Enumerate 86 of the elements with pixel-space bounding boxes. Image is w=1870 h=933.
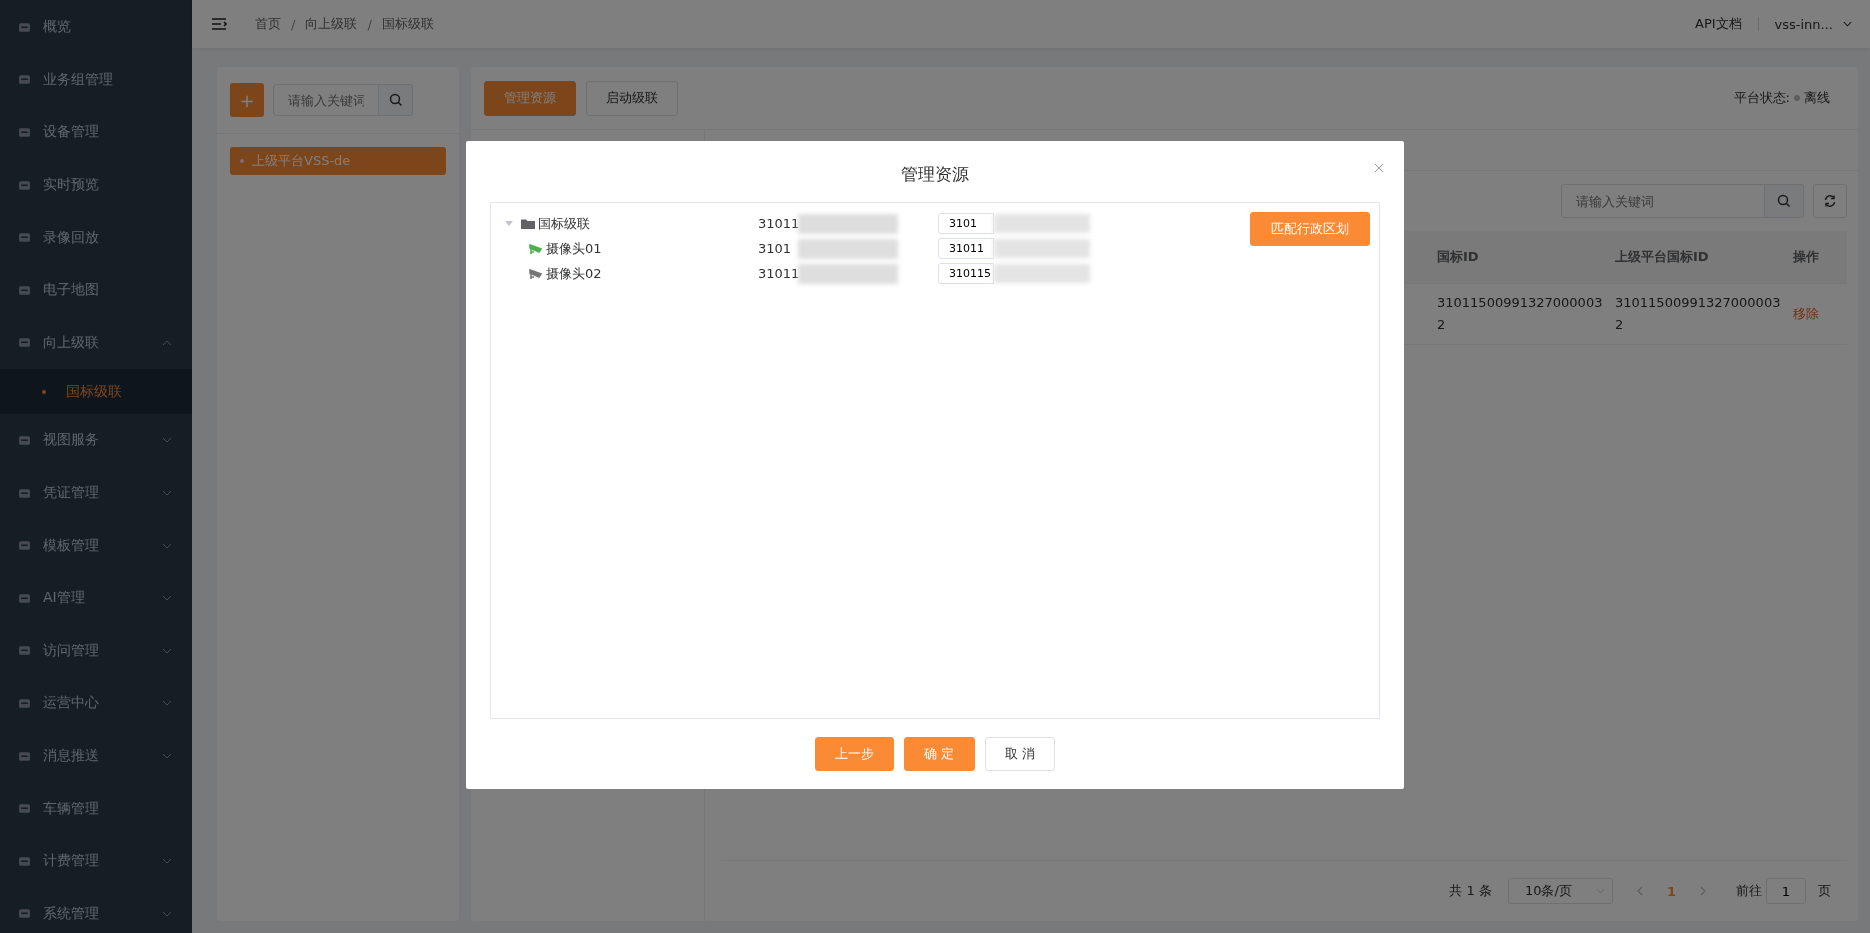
tile-icon	[18, 73, 31, 87]
tile-icon	[18, 336, 31, 350]
search-field[interactable]: 请输入关键词	[273, 84, 379, 116]
search-button[interactable]	[1765, 184, 1804, 218]
menu-item[interactable]: 实时预览	[0, 158, 192, 212]
tile-icon	[18, 696, 31, 710]
tile-icon	[18, 644, 31, 658]
user-menu[interactable]: vss-inn...	[1774, 16, 1833, 32]
dialog-button[interactable]: 上一步	[815, 737, 895, 771]
dialog-button[interactable]: 取 消	[984, 737, 1055, 771]
add-button[interactable]: +	[230, 83, 264, 117]
status-label: 平台状态:	[1733, 89, 1790, 107]
menu-item[interactable]: 概览	[0, 1, 192, 54]
tree-node-label[interactable]: 国标级联	[538, 214, 590, 233]
tile-icon	[18, 854, 31, 868]
tree-node-label[interactable]: 摄像头02	[546, 264, 602, 283]
refresh-icon	[1823, 194, 1837, 208]
bullet-icon	[42, 389, 46, 394]
tile-icon	[18, 178, 31, 192]
tile-icon	[18, 20, 31, 34]
tree-node-label[interactable]: 摄像头01	[546, 239, 602, 258]
search-icon	[388, 93, 403, 107]
total-count: 共 1 条	[1449, 882, 1492, 900]
chevron-icon	[1843, 21, 1852, 27]
menu-item[interactable]: 车辆管理	[0, 782, 192, 835]
menu-item[interactable]: 凭证管理	[0, 466, 192, 520]
menu-item[interactable]: 模板管理	[0, 519, 192, 572]
id-field[interactable]: 31011	[938, 238, 994, 259]
menu-item[interactable]: 视图服务	[0, 414, 192, 467]
refresh-button[interactable]	[1813, 184, 1847, 218]
page-input[interactable]: 1	[1766, 878, 1806, 904]
match-region-button[interactable]: 匹配行政区划	[1250, 212, 1370, 246]
menu-item[interactable]: 运营中心	[0, 677, 192, 730]
breadcrumb-link[interactable]: 首页	[255, 15, 281, 33]
id-text: 31011	[758, 216, 798, 231]
breadcrumb-separator: /	[367, 16, 372, 32]
search-icon	[1777, 194, 1791, 208]
tile-icon	[18, 907, 31, 921]
action-button[interactable]: 启动级联	[586, 80, 678, 116]
remove-link[interactable]: 移除	[1793, 306, 1819, 321]
breadcrumb-link[interactable]: 国标级联	[381, 15, 434, 33]
search-button[interactable]	[379, 84, 413, 116]
column-header: 操作	[1793, 248, 1820, 266]
breadcrumb-link[interactable]: 向上级联	[305, 15, 358, 33]
chevron-icon	[1595, 888, 1605, 894]
menu-item[interactable]: 系统管理	[0, 887, 192, 933]
tile-icon	[18, 802, 31, 816]
tile-icon	[18, 591, 31, 605]
breadcrumb-separator: /	[291, 16, 296, 32]
page-unit: 页	[1818, 882, 1831, 900]
action-button[interactable]: 管理资源	[484, 80, 576, 116]
goto-label: 前往	[1736, 882, 1762, 900]
menu-icon[interactable]	[211, 17, 227, 31]
tile-icon	[18, 126, 31, 139]
tile-icon	[18, 433, 31, 447]
status-text: 离线	[1804, 89, 1830, 107]
id-field[interactable]: 3101	[938, 213, 994, 234]
platform-item[interactable]: 上级平台VSS-de	[230, 147, 446, 175]
menu-item[interactable]: 电子地图	[0, 263, 192, 317]
menu-item[interactable]: 访问管理	[0, 624, 192, 678]
close-icon[interactable]	[1374, 163, 1384, 173]
tile-icon	[18, 231, 31, 245]
tile-icon	[18, 486, 31, 500]
tile-icon	[18, 749, 31, 763]
page-number[interactable]: 1	[1666, 883, 1676, 899]
tile-icon	[18, 283, 31, 297]
menu-item[interactable]: AI管理	[0, 571, 192, 625]
page-size-select[interactable]: 10条/页	[1507, 878, 1613, 904]
dialog-button[interactable]: 确 定	[904, 737, 975, 771]
dialog-title: 管理资源	[901, 163, 969, 186]
search-field[interactable]: 请输入关键词	[1561, 184, 1765, 218]
menu-item[interactable]: 计费管理	[0, 834, 192, 888]
column-header: 上级平台国标ID	[1615, 248, 1710, 266]
id-text: 3101	[758, 241, 793, 256]
menu-item[interactable]: 设备管理	[0, 106, 192, 159]
id-text: 31011	[758, 266, 798, 281]
table-cell-text: 310115009913270000032	[1615, 294, 1782, 334]
submenu-item[interactable]: 国标级联	[0, 369, 192, 415]
folder-icon	[521, 217, 535, 230]
column-header: 国标ID	[1437, 248, 1480, 266]
tile-icon	[18, 539, 31, 553]
id-field[interactable]: 310115	[938, 263, 994, 284]
api-docs-link[interactable]: API文档	[1695, 15, 1742, 33]
menu-item[interactable]: 业务组管理	[0, 53, 192, 107]
table-cell-text: 310115009913270000032	[1437, 294, 1604, 334]
menu-item[interactable]: 消息推送	[0, 729, 192, 783]
